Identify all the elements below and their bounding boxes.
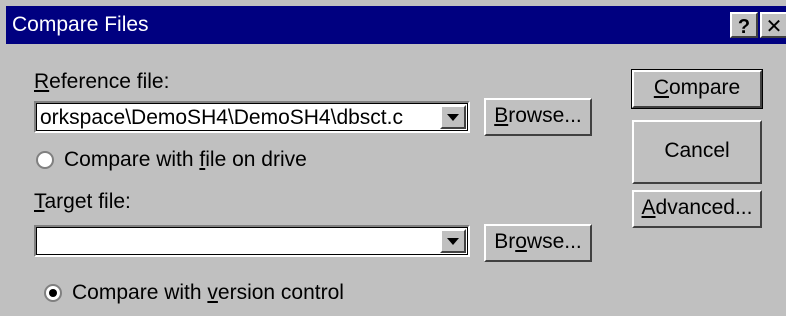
reference-file-label: Reference file: bbox=[34, 70, 170, 93]
chevron-down-icon bbox=[447, 237, 459, 245]
compare-button[interactable]: Compare bbox=[631, 69, 763, 109]
target-dropdown-button[interactable] bbox=[440, 229, 466, 253]
reference-file-combo[interactable]: orkspace\DemoSH4\DemoSH4\dbsct.c bbox=[34, 101, 470, 133]
reference-dropdown-button[interactable] bbox=[440, 105, 466, 129]
radio-unselected-icon bbox=[36, 151, 54, 169]
reference-file-value: orkspace\DemoSH4\DemoSH4\dbsct.c bbox=[40, 106, 403, 129]
chevron-down-icon bbox=[447, 113, 459, 121]
compare-file-on-drive-label: Compare with file on drive bbox=[64, 148, 307, 171]
compare-file-on-drive-radio[interactable]: Compare with file on drive bbox=[36, 148, 307, 172]
target-browse-button[interactable]: Browse... bbox=[484, 224, 592, 262]
compare-version-control-label: Compare with version control bbox=[72, 281, 344, 304]
radio-selected-icon bbox=[44, 284, 62, 302]
compare-version-control-radio[interactable]: Compare with version control bbox=[44, 281, 344, 305]
help-button[interactable]: ? bbox=[730, 12, 758, 38]
target-file-label: Target file: bbox=[34, 190, 131, 213]
title-bar[interactable]: Compare Files ? ✕ bbox=[6, 6, 786, 44]
dialog-title: Compare Files bbox=[12, 13, 149, 36]
close-button[interactable]: ✕ bbox=[760, 12, 786, 38]
advanced-button[interactable]: Advanced... bbox=[632, 190, 762, 228]
cancel-button[interactable]: Cancel bbox=[632, 120, 762, 184]
target-file-combo[interactable] bbox=[34, 225, 470, 257]
reference-browse-button[interactable]: Browse... bbox=[484, 98, 592, 136]
compare-files-dialog: Compare Files ? ✕ Reference file: orkspa… bbox=[0, 0, 786, 316]
